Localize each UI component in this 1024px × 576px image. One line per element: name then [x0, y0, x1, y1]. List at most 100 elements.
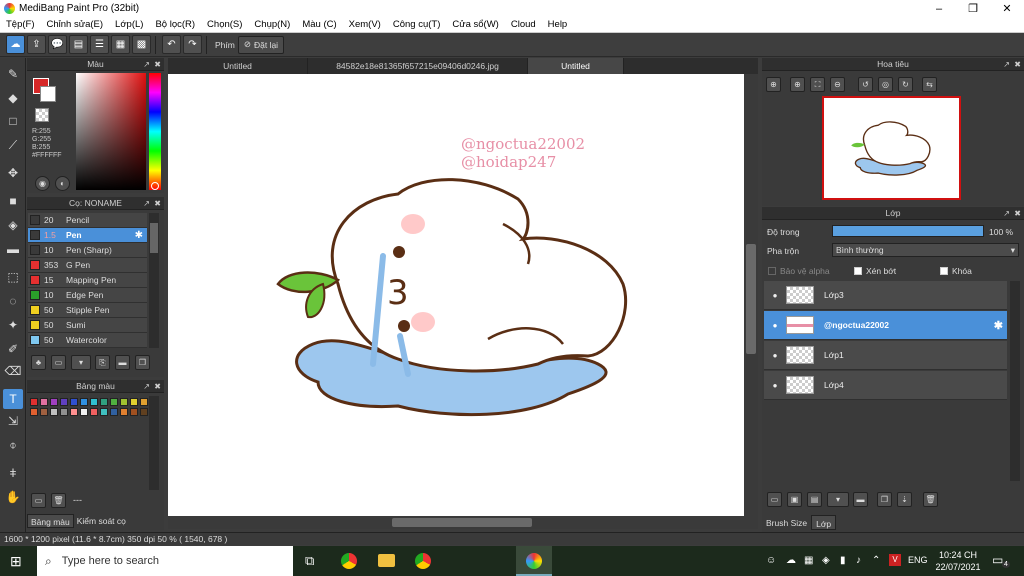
menu-edit[interactable]: Chỉnh sửa(E): [41, 19, 110, 30]
pipette-icon[interactable]: ǂ: [3, 463, 23, 483]
redo-icon[interactable]: ↷: [183, 35, 202, 54]
palette-swatch[interactable]: [40, 408, 48, 416]
menu-filter[interactable]: Bộ lọc(R): [149, 19, 201, 30]
brush-tool-icon[interactable]: ✎: [3, 64, 23, 84]
clock[interactable]: 10:24 CH 22/07/2021: [934, 549, 982, 573]
tray-icon[interactable]: ▦: [804, 555, 813, 566]
palette-swatch[interactable]: [30, 408, 38, 416]
secondary-color-swatch[interactable]: [40, 86, 56, 102]
menu-color[interactable]: Màu (C): [296, 19, 342, 30]
close-panel-icon[interactable]: ✖: [1014, 207, 1021, 220]
palette-swatch[interactable]: [80, 398, 88, 406]
palette-swatch[interactable]: [120, 408, 128, 416]
duplicate-icon[interactable]: ❐: [135, 355, 150, 370]
palette-swatch[interactable]: [100, 408, 108, 416]
move-tool-icon[interactable]: ✥: [3, 163, 23, 183]
menu-view[interactable]: Xem(V): [343, 19, 387, 30]
palette-swatch[interactable]: [90, 398, 98, 406]
close-panel-icon[interactable]: ✖: [154, 380, 161, 393]
palette-swatch[interactable]: [140, 408, 148, 416]
palette-swatch[interactable]: [60, 408, 68, 416]
palette-swatch[interactable]: [80, 408, 88, 416]
canvas-horizontal-scrollbar[interactable]: [168, 516, 758, 529]
brush-item[interactable]: 353 G Pen: [28, 258, 147, 273]
rotate-left-icon[interactable]: ↺: [858, 77, 873, 92]
task-view-icon[interactable]: ⧉: [305, 553, 314, 569]
list-icon[interactable]: ☰: [90, 35, 109, 54]
menu-snap[interactable]: Chụp(N): [248, 19, 296, 30]
visibility-eye-icon[interactable]: ●: [764, 291, 786, 300]
layer-row-selected[interactable]: ● @ngoctua22002 ✱: [764, 311, 1007, 340]
tab-layer[interactable]: Lớp: [811, 515, 837, 530]
palette-swatch[interactable]: [50, 398, 58, 406]
palette-swatch[interactable]: [110, 398, 118, 406]
new-8bit-layer-icon[interactable]: ▤: [807, 492, 822, 507]
hue-slider[interactable]: [149, 73, 161, 190]
brush-item[interactable]: 50 Stipple Pen: [28, 303, 147, 318]
battery-icon[interactable]: ▮: [840, 555, 846, 566]
opacity-slider[interactable]: [832, 225, 984, 237]
undo-icon[interactable]: ↶: [162, 35, 181, 54]
blend-mode-select[interactable]: Bình thường ▾: [832, 243, 1019, 257]
grid-icon[interactable]: ▩: [132, 35, 151, 54]
close-panel-icon[interactable]: ✖: [154, 58, 161, 71]
palette-swatch[interactable]: [90, 408, 98, 416]
merge-down-icon[interactable]: ⇣: [897, 492, 912, 507]
menu-window[interactable]: Cửa sổ(W): [446, 19, 504, 30]
layer-row[interactable]: ● Lớp4: [764, 371, 1007, 400]
zoom-in-icon[interactable]: ⊕: [766, 77, 781, 92]
zoom-out-icon[interactable]: ⊖: [830, 77, 845, 92]
palette-swatch[interactable]: [30, 398, 38, 406]
copy-brush-icon[interactable]: ⎘: [95, 355, 110, 370]
palette-swatch[interactable]: [110, 408, 118, 416]
palette-swatch[interactable]: [130, 398, 138, 406]
undock-icon[interactable]: ↗: [143, 197, 150, 210]
menu-select[interactable]: Chọn(S): [201, 19, 248, 30]
new-palette-icon[interactable]: ▭: [31, 493, 46, 508]
select-rect-icon[interactable]: ⬚: [3, 267, 23, 287]
close-button[interactable]: ✕: [990, 0, 1024, 17]
tab-palette[interactable]: Bảng màu: [27, 514, 74, 528]
protect-alpha-checkbox[interactable]: Bảo vệ alpha: [768, 266, 830, 276]
color-swap-icon[interactable]: ◐: [55, 176, 70, 191]
tab-brush-control[interactable]: Kiểm soát cọ: [74, 514, 129, 528]
taskbar-search-box[interactable]: ⌕ Type here to search: [37, 546, 293, 576]
visibility-eye-icon[interactable]: ●: [764, 351, 786, 360]
brush-item-selected[interactable]: 1.5 Pen ✱: [28, 228, 147, 243]
folder-icon[interactable]: ▬: [115, 355, 130, 370]
palette-swatch[interactable]: [120, 398, 128, 406]
gear-icon[interactable]: ✱: [135, 230, 143, 241]
visibility-eye-icon[interactable]: ●: [764, 321, 786, 330]
flip-icon[interactable]: ⇆: [922, 77, 937, 92]
file-explorer-icon[interactable]: [378, 554, 395, 567]
trash-icon[interactable]: 🗑: [923, 492, 938, 507]
brush-menu-icon[interactable]: ▾: [71, 355, 91, 370]
visibility-eye-icon[interactable]: ●: [764, 381, 786, 390]
clipping-checkbox[interactable]: Xén bớt: [854, 266, 896, 276]
brush-item[interactable]: 10 Pen (Sharp): [28, 243, 147, 258]
palette-swatch[interactable]: [50, 408, 58, 416]
document-icon[interactable]: ▤: [69, 35, 88, 54]
drawing-canvas[interactable]: 3 @ngoctua22002 @hoidap247: [168, 74, 744, 516]
tray-app-icon[interactable]: V: [889, 554, 901, 566]
eraser-tool-icon[interactable]: ◆: [3, 88, 23, 108]
horizontal-scroll-thumb[interactable]: [392, 518, 532, 527]
doc-tab[interactable]: Untitled: [168, 58, 308, 74]
gear-icon[interactable]: ✱: [994, 319, 1003, 332]
palette-swatch[interactable]: [60, 398, 68, 406]
line-tool-icon[interactable]: ⟋: [3, 135, 23, 155]
doc-tab-active[interactable]: Untitled: [528, 58, 624, 74]
tab-brush-size[interactable]: Brush Size: [762, 515, 811, 530]
maximize-button[interactable]: ❐: [956, 0, 990, 17]
chrome-icon[interactable]: [341, 553, 357, 569]
menu-file[interactable]: Tệp(F): [0, 19, 41, 30]
saturation-value-picker[interactable]: [76, 73, 146, 190]
navigator-preview[interactable]: [822, 96, 961, 200]
reset-button[interactable]: ⊘ Đặt lại: [237, 35, 285, 54]
cloud-icon[interactable]: ☁: [6, 35, 25, 54]
text-tool-icon[interactable]: T: [3, 389, 23, 409]
windows-start-icon[interactable]: ⊞: [10, 553, 22, 570]
lasso-icon[interactable]: ◌: [3, 291, 23, 311]
rotate-right-icon[interactable]: ↻: [898, 77, 913, 92]
undock-icon[interactable]: ↗: [143, 380, 150, 393]
